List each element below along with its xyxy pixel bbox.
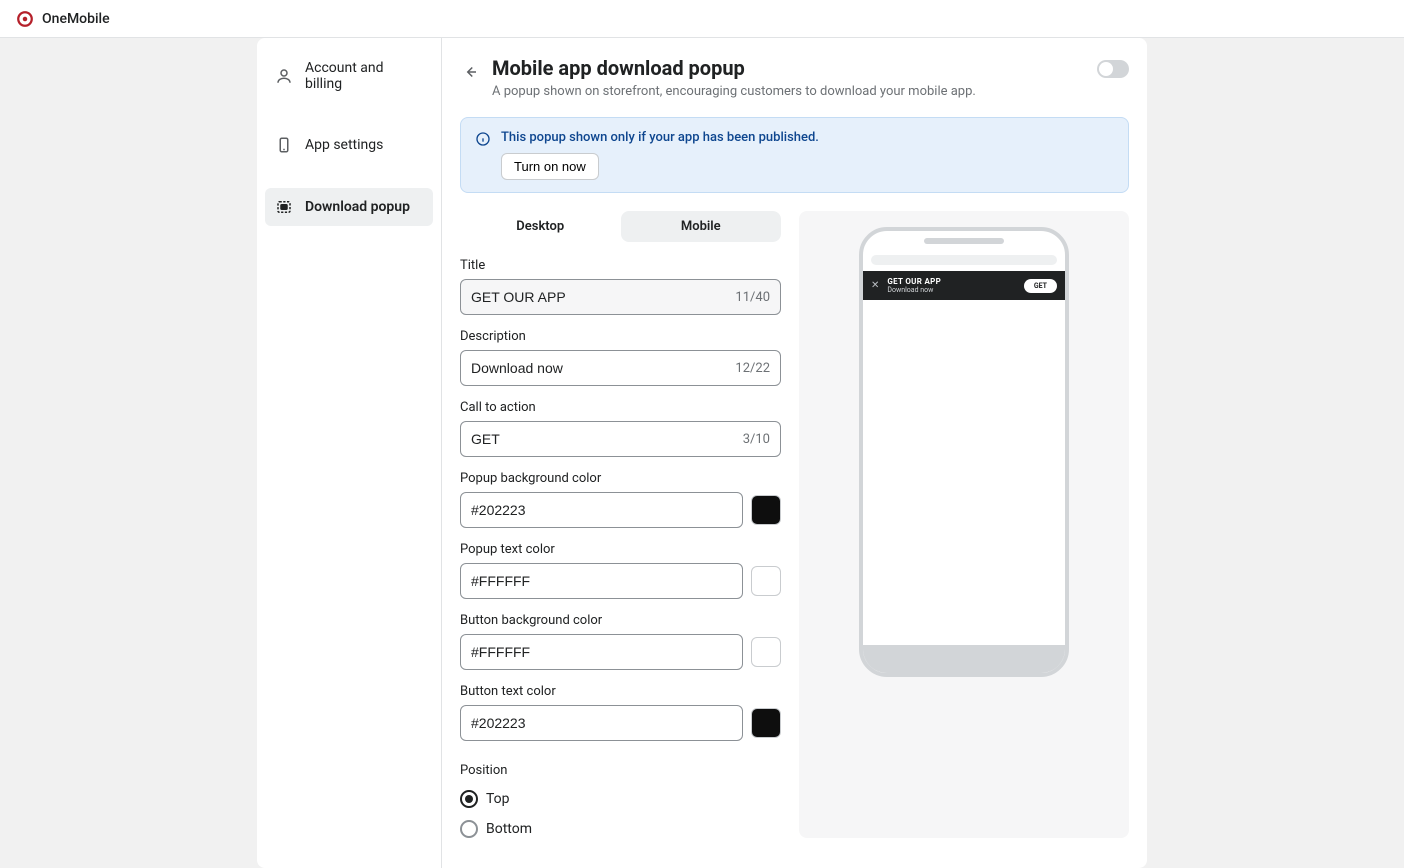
popup-text-label: Popup text color xyxy=(460,542,781,557)
sidebar-item-label: App settings xyxy=(305,137,383,153)
back-arrow-icon[interactable] xyxy=(460,62,480,82)
radio-label: Bottom xyxy=(486,821,532,837)
popup-text-input-wrap xyxy=(460,563,743,599)
enable-toggle[interactable] xyxy=(1097,60,1129,78)
form-column: Desktop Mobile Title 11/40 Description 1… xyxy=(460,211,781,838)
preview-column: ✕ GET OUR APP Download now GET xyxy=(799,211,1129,838)
info-banner: This popup shown only if your app has be… xyxy=(460,117,1129,193)
phone-speaker-icon xyxy=(924,238,1004,244)
radio-label: Top xyxy=(486,791,510,807)
button-bg-label: Button background color xyxy=(460,613,781,628)
cta-char-count: 3/10 xyxy=(743,432,770,447)
phone-urlbar xyxy=(871,255,1057,265)
brand: OneMobile xyxy=(16,10,110,28)
main-content: Mobile app download popup A popup shown … xyxy=(442,38,1147,868)
position-radio-bottom[interactable]: Bottom xyxy=(460,820,781,838)
popup-bg-input[interactable] xyxy=(471,502,732,518)
button-bg-input-wrap xyxy=(460,634,743,670)
button-bg-swatch[interactable] xyxy=(751,637,781,667)
button-text-input-wrap xyxy=(460,705,743,741)
button-text-label: Button text color xyxy=(460,684,781,699)
radio-unchecked-icon xyxy=(460,820,478,838)
title-label: Title xyxy=(460,258,781,273)
cta-input-wrap: 3/10 xyxy=(460,421,781,457)
brand-logo-icon xyxy=(16,10,34,28)
button-bg-input[interactable] xyxy=(471,644,732,660)
phone-preview: ✕ GET OUR APP Download now GET xyxy=(859,227,1069,677)
preview-title: GET OUR APP xyxy=(887,277,1015,286)
popup-bg-label: Popup background color xyxy=(460,471,781,486)
button-text-input[interactable] xyxy=(471,715,732,731)
phone-icon xyxy=(275,136,293,154)
description-input[interactable] xyxy=(471,360,735,376)
description-char-count: 12/22 xyxy=(735,361,770,376)
popup-text-swatch[interactable] xyxy=(751,566,781,596)
popup-icon xyxy=(275,198,293,216)
sidebar-item-label: Account and billing xyxy=(305,60,423,92)
popup-text-input[interactable] xyxy=(471,573,732,589)
preview-popup: ✕ GET OUR APP Download now GET xyxy=(863,271,1065,300)
tab-desktop[interactable]: Desktop xyxy=(460,211,621,242)
device-tabs: Desktop Mobile xyxy=(460,211,781,242)
preview-cta-button[interactable]: GET xyxy=(1024,279,1057,293)
app-card: Account and billing App settings Downloa… xyxy=(257,38,1147,868)
cta-input[interactable] xyxy=(471,431,743,447)
top-bar: OneMobile xyxy=(0,0,1404,38)
title-input[interactable] xyxy=(471,289,735,305)
sidebar-item-label: Download popup xyxy=(305,199,410,215)
phone-notch xyxy=(863,231,1065,251)
brand-name: OneMobile xyxy=(42,11,110,27)
preview-desc: Download now xyxy=(887,286,1015,294)
cta-label: Call to action xyxy=(460,400,781,415)
info-icon xyxy=(475,131,491,151)
position-label: Position xyxy=(460,763,781,778)
radio-checked-icon xyxy=(460,790,478,808)
banner-message: This popup shown only if your app has be… xyxy=(501,130,819,145)
page-title: Mobile app download popup xyxy=(492,56,976,80)
description-input-wrap: 12/22 xyxy=(460,350,781,386)
button-text-swatch[interactable] xyxy=(751,708,781,738)
page-subtitle: A popup shown on storefront, encouraging… xyxy=(492,84,976,99)
sidebar-item-app-settings[interactable]: App settings xyxy=(265,126,433,164)
description-label: Description xyxy=(460,329,781,344)
sidebar: Account and billing App settings Downloa… xyxy=(257,38,442,868)
sidebar-item-account[interactable]: Account and billing xyxy=(265,50,433,102)
popup-bg-swatch[interactable] xyxy=(751,495,781,525)
sidebar-item-download-popup[interactable]: Download popup xyxy=(265,188,433,226)
turn-on-button[interactable]: Turn on now xyxy=(501,153,599,180)
close-icon[interactable]: ✕ xyxy=(871,280,879,291)
person-icon xyxy=(275,67,293,85)
title-input-wrap: 11/40 xyxy=(460,279,781,315)
title-char-count: 11/40 xyxy=(735,290,770,305)
position-radio-top[interactable]: Top xyxy=(460,790,781,808)
tab-mobile[interactable]: Mobile xyxy=(621,211,782,242)
popup-bg-input-wrap xyxy=(460,492,743,528)
phone-footer xyxy=(863,645,1065,673)
